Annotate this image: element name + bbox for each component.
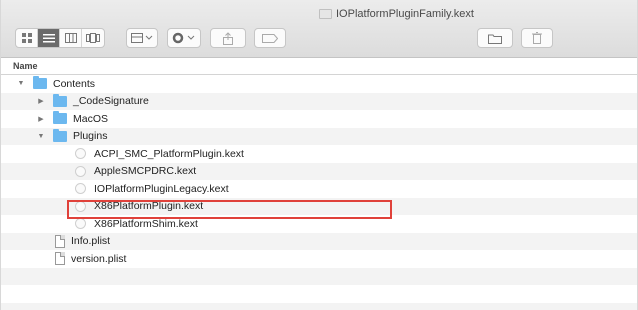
disclosure-triangle-collapsed-icon[interactable]: ▶ (37, 97, 45, 105)
share-icon (223, 31, 233, 45)
new-folder-button[interactable] (477, 28, 513, 48)
item-label: MacOS (73, 112, 109, 125)
list-item[interactable]: ▼ Contents (1, 75, 637, 93)
list-item[interactable]: ▼ Plugins (1, 127, 637, 145)
disclosure-triangle-expanded-icon[interactable]: ▼ (17, 80, 25, 88)
list-item[interactable]: IOPlatformPluginLegacy.kext (1, 180, 637, 198)
annotation-highlight-box (67, 200, 392, 219)
list-item[interactable]: Info.plist (1, 232, 637, 250)
item-label: ACPI_SMC_PlatformPlugin.kext (94, 147, 244, 160)
item-label: X86PlatformShim.kext (94, 217, 198, 230)
grid-icon (21, 33, 32, 43)
kext-bundle-icon (75, 183, 86, 195)
gear-icon (172, 32, 195, 44)
cover-flow-icon (86, 33, 100, 43)
toolbar: IOPlatformPluginFamily.kext (1, 0, 637, 58)
arrange-button[interactable] (126, 28, 158, 48)
item-label: Info.plist (71, 235, 111, 248)
window-title: IOPlatformPluginFamily.kext (319, 8, 474, 20)
folder-icon (53, 128, 67, 142)
disclosure-triangle-collapsed-icon[interactable]: ▶ (37, 115, 45, 123)
item-label: _CodeSignature (73, 95, 149, 108)
action-button[interactable] (167, 28, 201, 48)
columns-icon (64, 33, 77, 43)
list-item[interactable]: ACPI_SMC_PlatformPlugin.kext (1, 145, 637, 163)
column-view-button[interactable] (60, 29, 82, 47)
tag-button[interactable] (254, 28, 286, 48)
item-label: Plugins (73, 130, 108, 143)
empty-row (1, 302, 637, 310)
arrange-icon (131, 33, 153, 43)
name-column-header[interactable]: Name (1, 58, 637, 75)
list-view-button[interactable] (38, 29, 60, 47)
folder-icon (53, 111, 67, 125)
list-item[interactable]: ▶ _CodeSignature (1, 92, 637, 110)
cover-flow-view-button[interactable] (82, 29, 104, 47)
tag-icon (262, 33, 278, 43)
icon-view-button[interactable] (16, 29, 38, 47)
list-icon (42, 34, 55, 43)
list-item[interactable]: version.plist (1, 250, 637, 268)
delete-button[interactable] (521, 28, 553, 48)
list-item[interactable]: ▶ MacOS (1, 110, 637, 128)
finder-window: IOPlatformPluginFamily.kext Name ▼ Conte… (0, 0, 638, 310)
view-mode-segmented-control (15, 28, 105, 48)
folder-icon (53, 93, 67, 107)
file-list: ▼ Contents ▶ _CodeSignature ▶ MacOS ▼ Pl… (1, 75, 637, 310)
folder-icon (319, 9, 332, 19)
folder-icon (33, 76, 47, 90)
item-label: IOPlatformPluginLegacy.kext (94, 182, 229, 195)
new-folder-icon (488, 34, 502, 44)
document-icon (55, 252, 65, 266)
list-item[interactable]: AppleSMCPDRC.kext (1, 162, 637, 180)
kext-bundle-icon (75, 148, 86, 160)
document-icon (55, 234, 65, 248)
kext-bundle-icon (75, 165, 86, 177)
empty-row (1, 267, 637, 285)
item-label: version.plist (71, 252, 127, 265)
name-column-label: Name (13, 61, 38, 71)
item-label: AppleSMCPDRC.kext (94, 165, 197, 178)
empty-row (1, 285, 637, 303)
window-title-text: IOPlatformPluginFamily.kext (336, 8, 474, 20)
disclosure-triangle-expanded-icon[interactable]: ▼ (37, 132, 45, 140)
trash-icon (532, 32, 542, 44)
share-button[interactable] (210, 28, 246, 48)
kext-bundle-icon (75, 218, 86, 230)
item-label: Contents (53, 77, 96, 90)
